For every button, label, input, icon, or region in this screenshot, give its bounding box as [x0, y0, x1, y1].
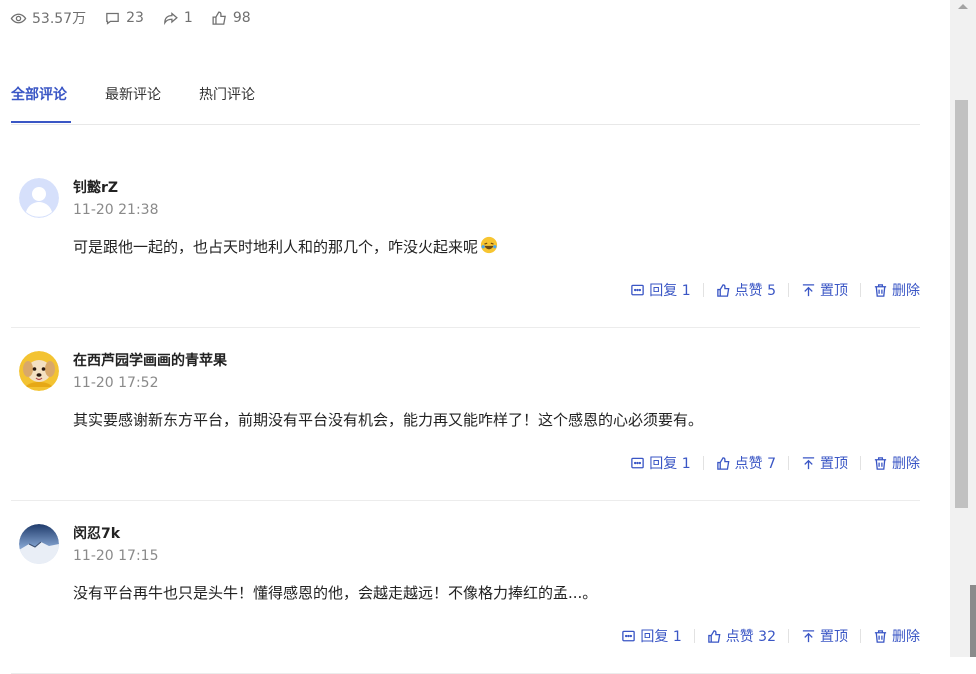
comment-item: 闵忍7k 11-20 17:15 没有平台再牛也只是头牛！懂得感恩的他，会越走越…: [11, 500, 920, 674]
share-icon: [164, 11, 178, 25]
thumbs-up-icon: [212, 10, 226, 25]
avatar[interactable]: [19, 351, 59, 391]
comments-count: 23: [126, 10, 144, 26]
shares-count: 1: [183, 10, 193, 26]
comment-item: 在西芦园学画画的青苹果 11-20 17:52 其实要感谢新东方平台，前期没有平…: [11, 327, 920, 501]
like-label: 点赞 32: [725, 629, 776, 645]
delete-button[interactable]: 删除: [873, 626, 920, 646]
reply-icon: [631, 457, 645, 468]
like-stat[interactable]: 98: [211, 10, 251, 27]
divider: [788, 283, 789, 297]
trash-icon: [874, 629, 887, 643]
outer-scrollbar-thumb[interactable]: [970, 585, 976, 657]
share-stat[interactable]: 1: [162, 10, 193, 27]
tab-all-comments[interactable]: 全部评论: [11, 84, 67, 104]
views-count: 53.57万: [32, 11, 87, 27]
thumbs-up-icon: [716, 283, 730, 297]
pin-button[interactable]: 置顶: [801, 626, 848, 646]
pin-top-icon: [802, 456, 815, 469]
trash-icon: [874, 456, 887, 470]
reply-label: 回复 1: [649, 456, 691, 472]
likes-count: 98: [232, 10, 251, 26]
comment-time: 11-20 17:15: [73, 548, 159, 564]
comment-text: 其实要感谢新东方平台，前期没有平台没有机会，能力再又能咋样了！这个感恩的心必须要…: [73, 409, 703, 430]
comment-actions: 回复 1 点赞 7 置顶 删除: [630, 453, 920, 473]
divider: [860, 283, 861, 297]
reply-icon: [631, 284, 645, 295]
trash-icon: [874, 283, 887, 297]
default-avatar-icon: [19, 178, 59, 218]
scroll-up-arrow-icon[interactable]: [958, 4, 968, 9]
reply-button[interactable]: 回复 1: [621, 626, 682, 646]
pin-button[interactable]: 置顶: [801, 453, 848, 473]
divider: [788, 456, 789, 470]
comment-text-body: 没有平台再牛也只是头牛！懂得感恩的他，会越走越远！不像格力捧红的孟...。: [73, 584, 598, 602]
delete-button[interactable]: 删除: [873, 280, 920, 300]
comment-time: 11-20 17:52: [73, 375, 159, 391]
avatar[interactable]: [19, 178, 59, 218]
thumbs-up-icon: [716, 456, 730, 470]
dog-avatar-icon: [19, 351, 59, 391]
like-button[interactable]: 点赞 32: [707, 626, 776, 646]
pin-top-icon: [802, 283, 815, 296]
tab-latest-comments[interactable]: 最新评论: [105, 84, 161, 104]
pin-label: 置顶: [820, 456, 848, 472]
comment-text-body: 可是跟他一起的，也占天时地利人和的那几个，咋没火起来呢: [73, 238, 479, 256]
comment-icon: [106, 12, 119, 25]
comments-stat[interactable]: 23: [104, 10, 144, 27]
divider: [860, 456, 861, 470]
comment-tabs: 全部评论 最新评论 热门评论: [11, 82, 920, 125]
like-label: 点赞 7: [734, 456, 776, 472]
reply-button[interactable]: 回复 1: [630, 453, 691, 473]
views-stat: 53.57万: [10, 8, 86, 28]
avatar[interactable]: [19, 524, 59, 564]
pin-label: 置顶: [820, 283, 848, 299]
reply-label: 回复 1: [649, 283, 691, 299]
like-label: 点赞 5: [734, 283, 776, 299]
comment-username[interactable]: 钊懿rZ: [73, 177, 118, 197]
thumbs-up-icon: [707, 629, 721, 643]
comment-username[interactable]: 闵忍7k: [73, 523, 120, 543]
comment-actions: 回复 1 点赞 5 置顶 删除: [630, 280, 920, 300]
divider: [702, 283, 704, 297]
divider: [702, 456, 704, 470]
like-button[interactable]: 点赞 7: [716, 453, 776, 473]
comment-actions: 回复 1 点赞 32 置顶 删除: [621, 626, 920, 646]
tab-hot-comments[interactable]: 热门评论: [199, 84, 255, 104]
pin-top-icon: [802, 629, 815, 642]
divider: [860, 629, 861, 643]
divider: [788, 629, 789, 643]
comment-item: 钊懿rZ 11-20 21:38 可是跟他一起的，也占天时地利人和的那几个，咋没…: [11, 154, 920, 328]
reply-icon: [622, 630, 636, 641]
divider: [693, 629, 695, 643]
active-tab-indicator: [11, 121, 71, 123]
pin-button[interactable]: 置顶: [801, 280, 848, 300]
article-stats: 53.57万 23 1 98: [10, 8, 251, 28]
delete-button[interactable]: 删除: [873, 453, 920, 473]
eye-icon: [10, 13, 27, 23]
laughing-tears-emoji-icon: [480, 236, 498, 254]
scrollbar-thumb[interactable]: [955, 100, 968, 508]
mountain-avatar-icon: [19, 524, 59, 564]
comment-text-body: 其实要感谢新东方平台，前期没有平台没有机会，能力再又能咋样了！这个感恩的心必须要…: [73, 411, 704, 429]
comment-text: 没有平台再牛也只是头牛！懂得感恩的他，会越走越远！不像格力捧红的孟...。: [73, 582, 597, 603]
reply-label: 回复 1: [640, 629, 682, 645]
like-button[interactable]: 点赞 5: [716, 280, 776, 300]
pin-label: 置顶: [820, 629, 848, 645]
comment-username[interactable]: 在西芦园学画画的青苹果: [73, 350, 227, 370]
reply-button[interactable]: 回复 1: [630, 280, 691, 300]
delete-label: 删除: [892, 629, 920, 645]
delete-label: 删除: [892, 283, 920, 299]
comment-text: 可是跟他一起的，也占天时地利人和的那几个，咋没火起来呢: [73, 236, 498, 257]
comment-time: 11-20 21:38: [73, 202, 159, 218]
delete-label: 删除: [892, 456, 920, 472]
